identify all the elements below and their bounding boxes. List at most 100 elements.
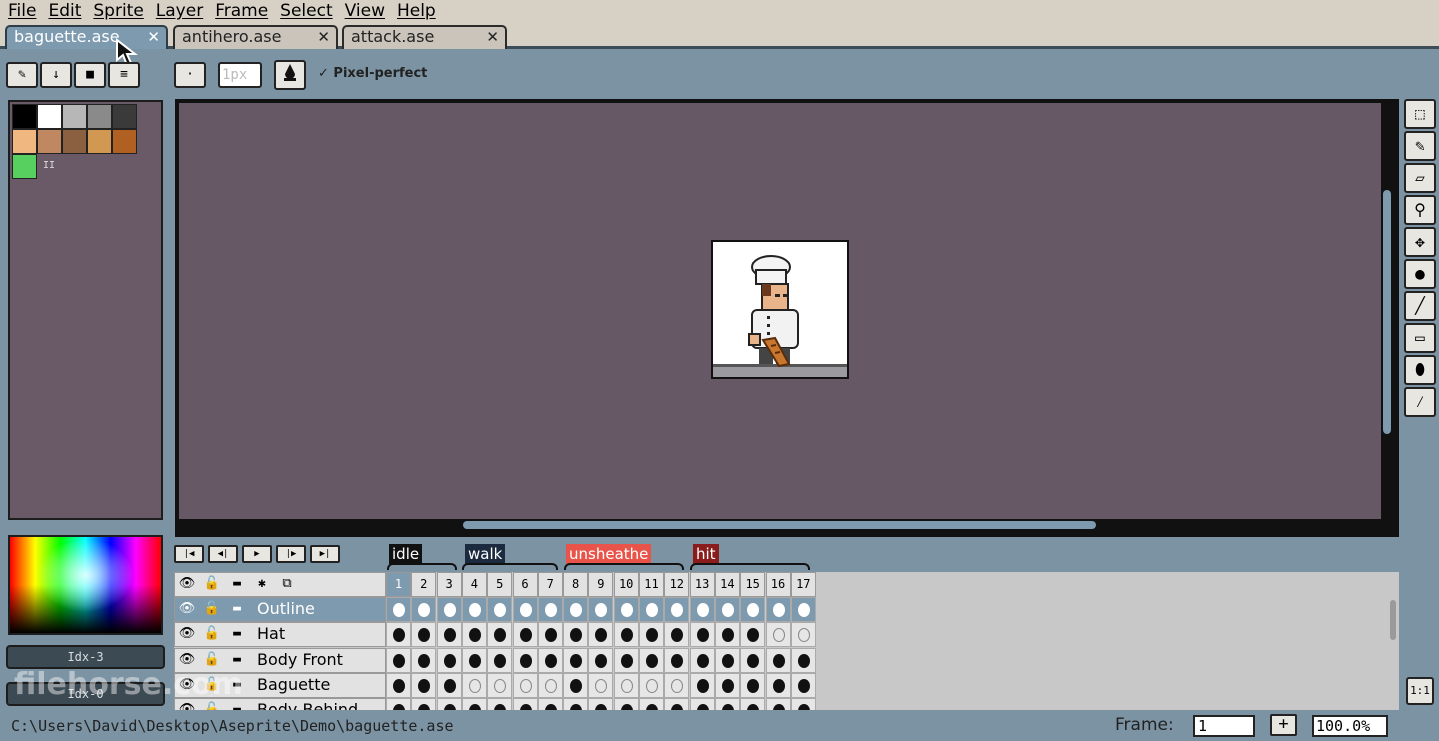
cel[interactable] <box>765 698 791 710</box>
cel[interactable] <box>436 597 462 622</box>
palette-swatch[interactable] <box>12 104 37 129</box>
cel[interactable] <box>639 597 664 622</box>
palette-swatch[interactable] <box>87 104 112 129</box>
cel[interactable] <box>487 647 513 673</box>
pencil-tool-button[interactable]: ✎ <box>1404 131 1436 161</box>
cel[interactable] <box>689 597 715 622</box>
cel[interactable] <box>537 622 563 648</box>
eye-icon[interactable]: 👁 <box>178 601 196 618</box>
cel[interactable] <box>487 698 513 710</box>
cel[interactable] <box>740 647 766 673</box>
cel[interactable] <box>613 672 639 698</box>
rectangle-tool-button[interactable]: ▭ <box>1404 323 1436 353</box>
lock-icon[interactable]: 🔓 <box>203 601 221 618</box>
cel[interactable] <box>664 698 690 710</box>
frame-header[interactable]: 11 <box>639 572 664 597</box>
tag-unsheathe[interactable]: unsheathe <box>566 544 652 564</box>
menu-file[interactable]: File <box>6 0 44 22</box>
menu-layer[interactable]: Layer <box>154 0 211 22</box>
eraser-tool-button[interactable]: ▱ <box>1404 163 1436 193</box>
canvas-vertical-scrollbar[interactable] <box>1383 190 1391 434</box>
cel[interactable] <box>537 647 563 673</box>
frame-header[interactable]: 10 <box>613 572 639 597</box>
cel[interactable] <box>537 672 563 698</box>
play-button[interactable]: ▶ <box>242 545 272 563</box>
tag-hit[interactable]: hit <box>693 544 719 564</box>
close-icon[interactable]: ✕ <box>317 27 330 47</box>
paint-bucket-tool-button[interactable]: ● <box>1404 259 1436 289</box>
cel[interactable] <box>386 698 411 710</box>
cel[interactable] <box>512 597 538 622</box>
cel[interactable] <box>664 622 690 648</box>
palette-sort-button[interactable]: ↓ <box>40 62 72 88</box>
close-icon[interactable]: ✕ <box>147 27 160 47</box>
cel[interactable] <box>563 647 589 673</box>
cel[interactable] <box>740 698 766 710</box>
frame-header[interactable]: 6 <box>512 572 538 597</box>
tag-idle[interactable]: idle <box>389 544 423 564</box>
cel[interactable] <box>740 622 766 648</box>
palette-edit-button[interactable]: ✎ <box>6 62 38 88</box>
cel[interactable] <box>563 698 589 710</box>
tab-attack[interactable]: attack.ase ✕ <box>342 25 507 49</box>
cel[interactable] <box>714 597 740 622</box>
palette-swatch[interactable] <box>12 129 37 154</box>
cel[interactable] <box>714 647 740 673</box>
reset-zoom-button[interactable]: 1:1 <box>1406 677 1434 705</box>
frame-header[interactable]: 9 <box>588 572 614 597</box>
cel[interactable] <box>664 672 690 698</box>
cel[interactable] <box>790 647 816 673</box>
contour-tool-button[interactable]: ⬮ <box>1404 355 1436 385</box>
cel[interactable] <box>765 597 791 622</box>
cel[interactable] <box>512 672 538 698</box>
cel[interactable] <box>639 672 664 698</box>
cel[interactable] <box>563 672 589 698</box>
cel[interactable] <box>588 672 614 698</box>
palette-swatch[interactable] <box>12 154 37 179</box>
cel[interactable] <box>639 647 664 673</box>
cel[interactable] <box>411 622 437 648</box>
cel[interactable] <box>639 698 664 710</box>
frame-header[interactable]: 12 <box>664 572 690 597</box>
cel[interactable] <box>411 672 437 698</box>
cel[interactable] <box>689 672 715 698</box>
cel[interactable] <box>588 647 614 673</box>
continuous-icon[interactable]: ▬ <box>228 601 246 618</box>
brush-size-input[interactable]: 1px <box>218 62 262 88</box>
previous-frame-button[interactable]: ◀| <box>208 545 238 563</box>
frame-header[interactable]: 5 <box>487 572 513 597</box>
move-tool-button[interactable]: ✥ <box>1404 227 1436 257</box>
palette-swatch[interactable] <box>112 129 137 154</box>
cel[interactable] <box>613 647 639 673</box>
menu-help[interactable]: Help <box>395 0 444 22</box>
cel[interactable] <box>436 622 462 648</box>
cel[interactable] <box>461 698 487 710</box>
cel[interactable] <box>386 622 411 648</box>
cel[interactable] <box>588 698 614 710</box>
frame-header[interactable]: 4 <box>461 572 487 597</box>
cel[interactable] <box>487 672 513 698</box>
cel[interactable] <box>411 597 437 622</box>
cel[interactable] <box>461 622 487 648</box>
cel[interactable] <box>740 597 766 622</box>
brush-type-button[interactable]: · <box>174 62 206 88</box>
cel[interactable] <box>740 672 766 698</box>
next-frame-button[interactable]: |▶ <box>276 545 306 563</box>
palette-swatch[interactable] <box>62 104 87 129</box>
sprite-preview[interactable] <box>711 240 849 379</box>
frame-header[interactable]: 13 <box>689 572 715 597</box>
palette-swatch[interactable] <box>112 104 137 129</box>
frame-header[interactable]: 14 <box>714 572 740 597</box>
lock-icon[interactable]: 🔓 <box>203 626 221 643</box>
cel[interactable] <box>563 597 589 622</box>
palette-options-button[interactable]: ≡ <box>108 62 140 88</box>
frame-header[interactable]: 16 <box>765 572 791 597</box>
frame-header[interactable]: 17 <box>790 572 816 597</box>
last-frame-button[interactable]: ▶| <box>310 545 340 563</box>
cel[interactable] <box>487 597 513 622</box>
cel[interactable] <box>613 622 639 648</box>
cel[interactable] <box>790 672 816 698</box>
timeline-scrollbar[interactable] <box>1390 600 1396 640</box>
marquee-tool-button[interactable]: ⬚ <box>1404 99 1436 129</box>
menu-view[interactable]: View <box>343 0 393 22</box>
